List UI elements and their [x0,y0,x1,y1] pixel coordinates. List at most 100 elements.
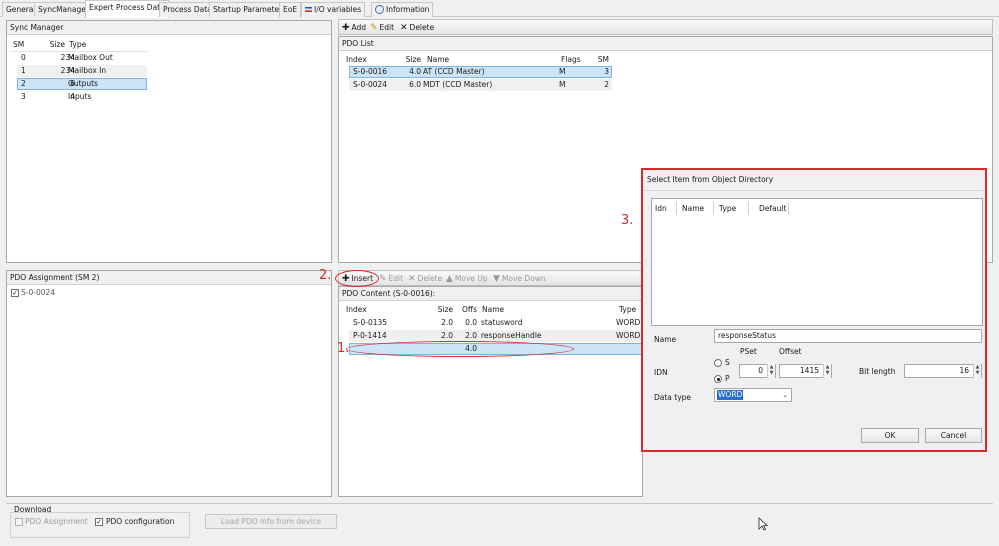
pdo-configuration-checkbox[interactable]: ✓ [95,518,103,526]
tab-startup-parameters[interactable]: Startup Parameters [209,2,291,17]
pset-label: PSet [740,347,757,356]
bit-length-label: Bit length [859,367,896,376]
bit-length-field[interactable]: 16 [904,364,982,378]
offs-cell: 0.0 [465,318,477,327]
flags-cell: M [559,67,566,76]
edit-button[interactable]: ✎ Edit [379,272,403,285]
data-type-selected-value: WORD [717,390,744,400]
delete-icon: ✕ [400,23,408,33]
delete-button[interactable]: ✕ Delete [408,272,442,285]
sm-cell: 2 [604,80,609,89]
sm-cell: 3 [604,67,609,76]
bit-length-spinner[interactable]: ▲ ▼ [973,364,981,378]
annotation-2: 2. [319,268,332,283]
pdo-content-panel: PDO Content (S-0-0016): Index Size Offs … [338,286,643,497]
edit-button[interactable]: ✎ Edit [370,21,394,34]
type-cell: Outputs [68,79,98,88]
name-label: Name [654,335,677,344]
pset-spinner[interactable]: ▲ ▼ [767,364,775,378]
edit-icon: ✎ [379,274,387,284]
pdo-assignment-download-label: PDO Assignment [25,517,88,526]
idn-column-header[interactable]: Idn [655,203,667,215]
tab-eoe[interactable]: EoE [279,2,302,17]
ok-button[interactable]: OK [861,428,919,443]
cancel-button[interactable]: Cancel [925,428,982,443]
sm-column-header[interactable]: SM [589,54,609,66]
type-cell: Mailbox Out [68,53,113,62]
flags-cell: M [559,80,566,89]
pdo-assignment-title: PDO Assignment (SM 2) [7,271,331,285]
add-button[interactable]: ✚ Add [342,21,366,34]
sm-cell: 2 [21,79,26,88]
table-row-selected[interactable]: S-0-0016 4.0 AT (CCD Master) M 3 [349,66,612,78]
annotation-3: 3. [621,213,634,228]
name-field[interactable]: responseStatus [714,329,982,343]
idn-label: IDN [654,368,668,377]
table-row[interactable]: 1 234 Mailbox In [17,65,147,77]
index-column-header[interactable]: Index [346,54,367,66]
idn-s-radio[interactable] [714,359,722,367]
size-column-header[interactable]: Size [43,39,65,51]
column-divider [748,202,749,215]
annotation-1: 1. [337,341,350,356]
size-cell: 4.0 [409,67,421,76]
name-cell: responseHandle [481,331,542,340]
tab-information[interactable]: Information [371,2,434,17]
type-cell: WORD [616,318,641,327]
type-column-header[interactable]: Type [69,39,86,51]
index-column-header[interactable]: Index [346,304,367,316]
mouse-cursor-icon [758,517,768,531]
sm-cell: 3 [21,92,26,101]
type-column-header[interactable]: Type [619,304,636,316]
idn-p-radio[interactable] [714,375,722,383]
tab-expert-process-data[interactable]: Expert Process Data [85,0,169,18]
arrow-up-icon: ▲ [446,274,453,284]
chevron-down-icon: ⌄ [782,391,788,399]
move-down-button[interactable]: ▼ Move Down [493,272,546,285]
table-row[interactable]: S-0-0135 2.0 0.0 statusword WORD [349,317,642,329]
add-icon: ✚ [342,23,350,33]
table-row[interactable]: 3 4 Inputs [17,91,147,103]
delete-label: Delete [409,23,435,32]
pdo-assignment-checkbox[interactable]: ✓ [11,289,19,297]
delete-button[interactable]: ✕ Delete [400,21,434,34]
move-up-label: Move Up [454,274,488,283]
table-row[interactable]: S-0-0024 6.0 MDT (CCD Master) M 2 [349,79,612,91]
name-cell: AT (CCD Master) [423,67,485,76]
column-divider [788,202,789,215]
load-pdo-info-button[interactable]: Load PDO info from device [205,514,337,529]
type-cell: WORD [616,331,641,340]
sm-column-header[interactable]: SM [13,39,24,51]
object-directory-list[interactable]: Idn Name Type Default [651,198,983,326]
size-column-header[interactable]: Size [429,304,453,316]
name-column-header[interactable]: Name [427,54,449,66]
flags-column-header[interactable]: Flags [561,54,581,66]
pdo-content-title: PDO Content (S-0-0016): [339,287,642,301]
tab-process-data[interactable]: Process Data [159,2,216,17]
name-column-header[interactable]: Name [682,203,704,215]
idn-s-label: S [725,358,730,367]
table-row-selected[interactable]: 2 6 Outputs [17,78,147,90]
offs-column-header[interactable]: Offs [455,304,477,316]
column-divider [676,202,677,215]
move-up-button[interactable]: ▲ Move Up [446,272,488,285]
tab-information-label: Information [386,5,430,14]
idn-p-label: P [725,374,730,383]
sm-cell: 1 [21,66,26,75]
pdo-assignment-panel: PDO Assignment (SM 2) ✓ S-0-0024 [6,270,332,497]
information-icon [375,5,384,14]
edit-label: Edit [388,274,404,283]
column-divider [713,202,714,215]
size-column-header[interactable]: Size [395,54,421,66]
default-column-header[interactable]: Default [759,203,786,215]
pdo-assignment-item[interactable]: S-0-0024 [21,287,55,299]
table-row[interactable]: 0 234 Mailbox Out [17,52,147,64]
name-column-header[interactable]: Name [482,304,504,316]
offset-spinner[interactable]: ▲ ▼ [823,364,831,378]
type-column-header[interactable]: Type [719,203,736,215]
index-cell: S-0-0024 [353,80,388,89]
table-row[interactable]: P-0-1414 2.0 2.0 responseHandle WORD [349,330,642,342]
data-type-select[interactable]: WORD ⌄ [714,388,792,402]
tab-io-variables[interactable]: I/O variables [301,2,366,17]
pdo-assignment-download-checkbox[interactable] [15,518,23,526]
